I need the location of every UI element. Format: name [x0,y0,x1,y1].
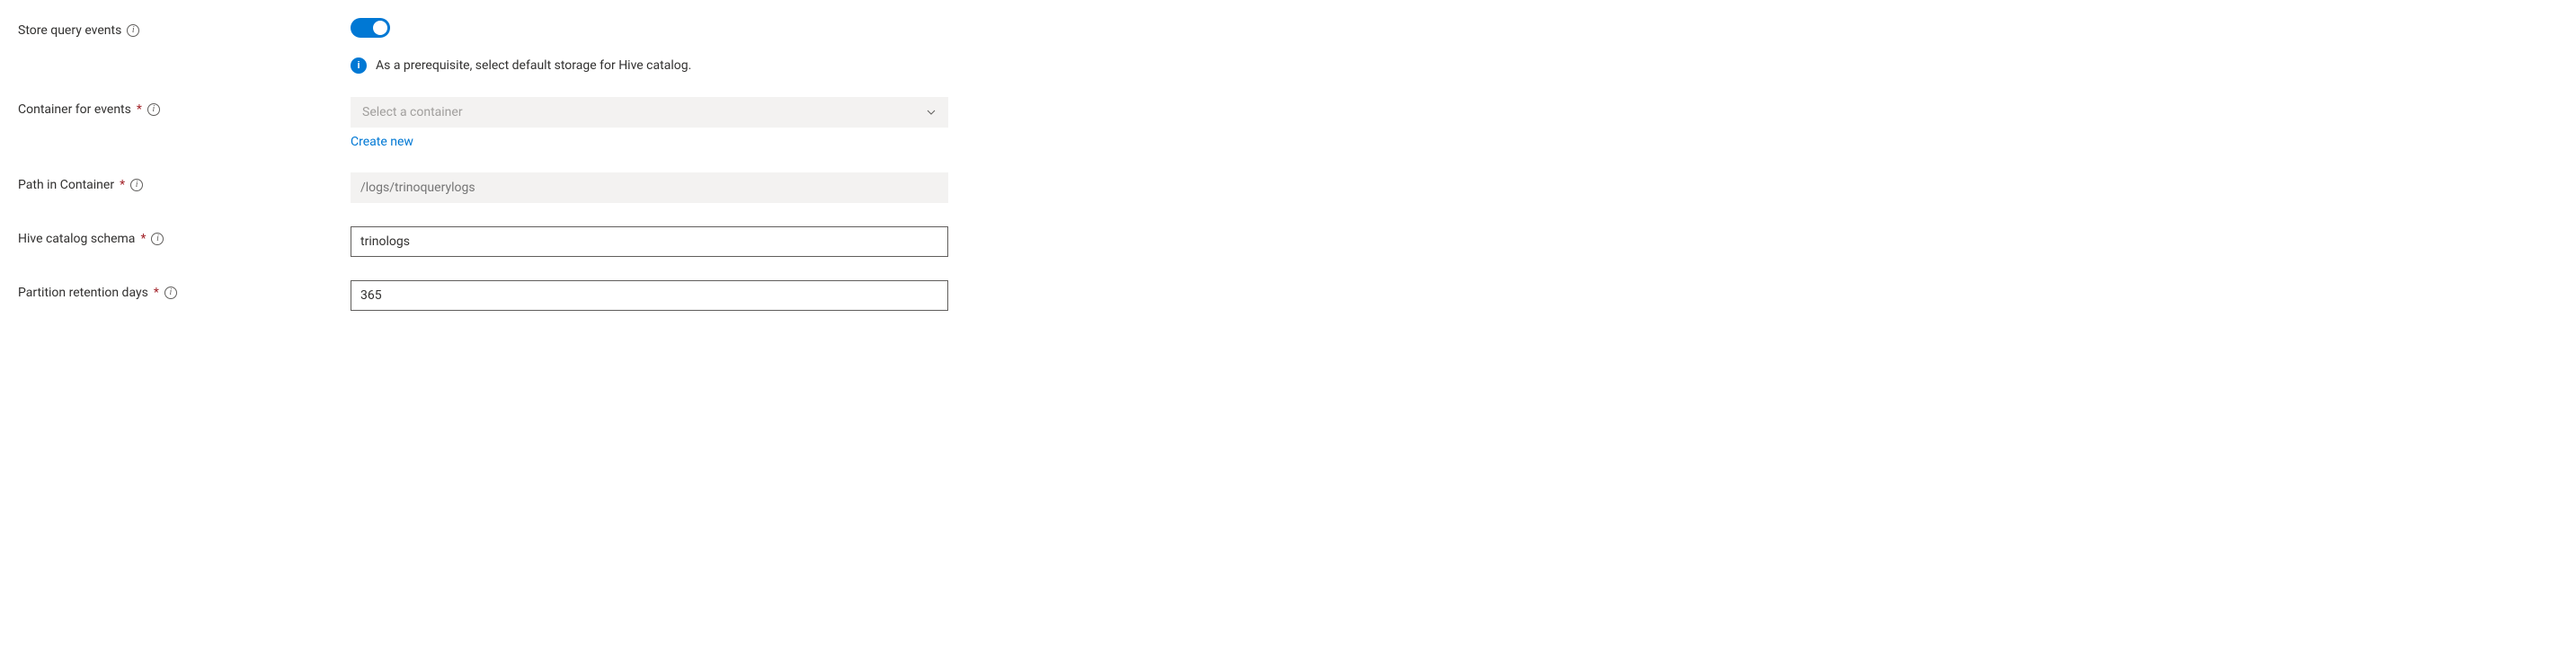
required-marker: * [137,102,142,117]
create-new-link[interactable]: Create new [351,135,948,149]
label-path-in-container: Path in Container * i [18,172,351,192]
toggle-knob [373,21,387,35]
label-store-query-events: Store query events i [18,18,351,38]
info-icon[interactable]: i [127,24,139,37]
row-hive-catalog-schema: Hive catalog schema * i [18,226,2558,257]
label-text: Partition retention days [18,286,148,300]
label-container-for-events: Container for events * i [18,97,351,117]
control-path-in-container [351,172,948,203]
required-marker: * [120,178,125,192]
prerequisite-message: i As a prerequisite, select default stor… [351,57,948,74]
control-store-query-events: i As a prerequisite, select default stor… [351,18,948,74]
required-marker: * [140,232,146,246]
label-text: Hive catalog schema [18,232,135,246]
label-partition-retention-days: Partition retention days * i [18,280,351,300]
container-select[interactable]: Select a container [351,97,948,128]
row-partition-retention-days: Partition retention days * i [18,280,2558,311]
select-placeholder: Select a container [362,105,463,119]
label-hive-catalog-schema: Hive catalog schema * i [18,226,351,246]
prerequisite-text: As a prerequisite, select default storag… [376,58,691,73]
label-text: Container for events [18,102,131,117]
info-badge-icon: i [351,57,367,74]
partition-retention-days-input[interactable] [351,280,948,311]
info-icon[interactable]: i [164,287,177,299]
chevron-down-icon [926,107,937,118]
hive-catalog-schema-input[interactable] [351,226,948,257]
label-text: Path in Container [18,178,114,192]
required-marker: * [154,286,159,300]
path-in-container-input [351,172,948,203]
toggle-store-query-events[interactable] [351,18,390,38]
row-container-for-events: Container for events * i Select a contai… [18,97,2558,149]
control-hive-catalog-schema [351,226,948,257]
control-container-for-events: Select a container Create new [351,97,948,149]
info-icon[interactable]: i [151,233,164,245]
row-store-query-events: Store query events i i As a prerequisite… [18,18,2558,74]
label-text: Store query events [18,23,121,38]
info-icon[interactable]: i [130,179,143,191]
row-path-in-container: Path in Container * i [18,172,2558,203]
control-partition-retention-days [351,280,948,311]
info-icon[interactable]: i [147,103,160,116]
